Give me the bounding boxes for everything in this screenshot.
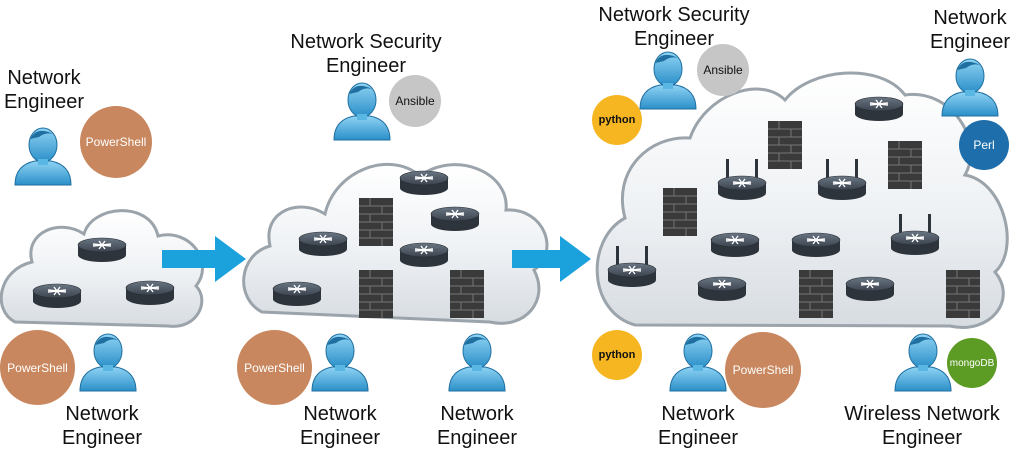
network-engineer-label: Network Engineer bbox=[61, 403, 143, 449]
person-icon bbox=[941, 58, 999, 117]
router-icon bbox=[697, 276, 747, 302]
perl-badge: Perl bbox=[959, 120, 1009, 170]
router-icon bbox=[125, 280, 175, 306]
wireless-network-engineer-label: Wireless Network Engineer bbox=[844, 403, 1000, 449]
router-icon bbox=[298, 231, 348, 257]
diagram-canvas bbox=[0, 51, 1009, 392]
person-icon bbox=[448, 333, 506, 392]
network-engineer-label: Network Engineer bbox=[436, 403, 518, 449]
firewall-icon bbox=[662, 187, 698, 237]
mongodb-badge: mongoDB bbox=[947, 338, 997, 388]
firewall-icon bbox=[945, 269, 981, 319]
router-icon bbox=[32, 283, 82, 309]
router-icon bbox=[399, 170, 449, 196]
evolution-diagram: PowerShell PowerShell Ansible PowerShell… bbox=[0, 0, 1026, 451]
cloud-icon bbox=[0, 209, 204, 328]
network-engineer-label: Network Engineer bbox=[299, 403, 381, 449]
person-icon bbox=[14, 127, 72, 186]
powershell-badge: PowerShell bbox=[80, 106, 152, 178]
person-icon bbox=[894, 333, 952, 392]
router-icon bbox=[710, 232, 760, 258]
ansible-badge: Ansible bbox=[389, 75, 441, 127]
powershell-badge: PowerShell bbox=[237, 330, 312, 405]
router-icon bbox=[854, 96, 904, 122]
router-icon bbox=[791, 232, 841, 258]
router-icon bbox=[272, 281, 322, 307]
firewall-icon bbox=[887, 140, 923, 190]
router-icon bbox=[845, 276, 895, 302]
network-security-engineer-label: Network Security Engineer bbox=[290, 31, 442, 77]
network-engineer-label: Network Engineer bbox=[929, 7, 1011, 53]
network-engineer-label: Network Engineer bbox=[3, 67, 85, 113]
firewall-icon bbox=[358, 197, 394, 247]
network-engineer-label: Network Engineer bbox=[657, 403, 739, 449]
router-icon bbox=[430, 206, 480, 232]
person-icon bbox=[669, 333, 727, 392]
person-icon bbox=[79, 333, 137, 392]
person-icon bbox=[639, 51, 697, 110]
python-badge: python bbox=[592, 95, 642, 145]
python-badge: python bbox=[592, 330, 642, 380]
powershell-badge: PowerShell bbox=[725, 332, 801, 408]
network-security-engineer-label: Network Security Engineer bbox=[598, 4, 750, 50]
ansible-badge: Ansible bbox=[697, 44, 749, 96]
router-icon bbox=[399, 242, 449, 268]
powershell-badge: PowerShell bbox=[0, 330, 75, 405]
router-icon bbox=[77, 237, 127, 263]
person-icon bbox=[333, 82, 391, 141]
firewall-icon bbox=[358, 269, 394, 319]
firewall-icon bbox=[798, 269, 834, 319]
firewall-icon bbox=[767, 120, 803, 170]
firewall-icon bbox=[449, 269, 485, 319]
person-icon bbox=[311, 333, 369, 392]
